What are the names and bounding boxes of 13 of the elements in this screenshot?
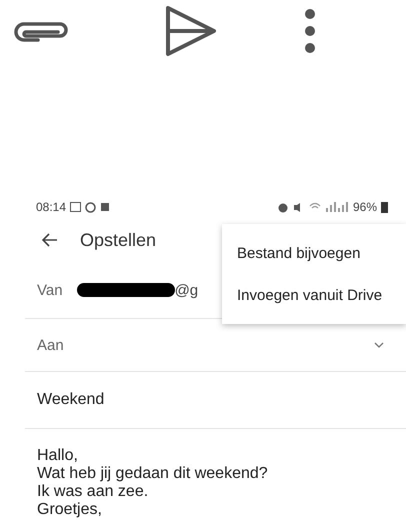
status-time: 08:14 [36,200,66,214]
to-label: Aan [37,336,64,354]
body-text-line: Groetjes, [37,501,103,519]
from-label: Van [37,282,63,298]
body-text-line: Hallo, [37,447,79,465]
body-text-line: Wat heb jij gedaan dit weekend? [37,465,269,483]
body-text-line: Ik was aan zee. [37,483,150,501]
sender-address: @g [174,282,198,298]
screen-title: Opstellen [80,230,156,250]
subject-text: Weekend [37,391,104,409]
menu-item[interactable]: Bestand bijvoegen [222,232,406,274]
battery-percentage: 96% [352,200,377,214]
menu-item[interactable]: Invoegen vanuit Drive [222,274,406,316]
